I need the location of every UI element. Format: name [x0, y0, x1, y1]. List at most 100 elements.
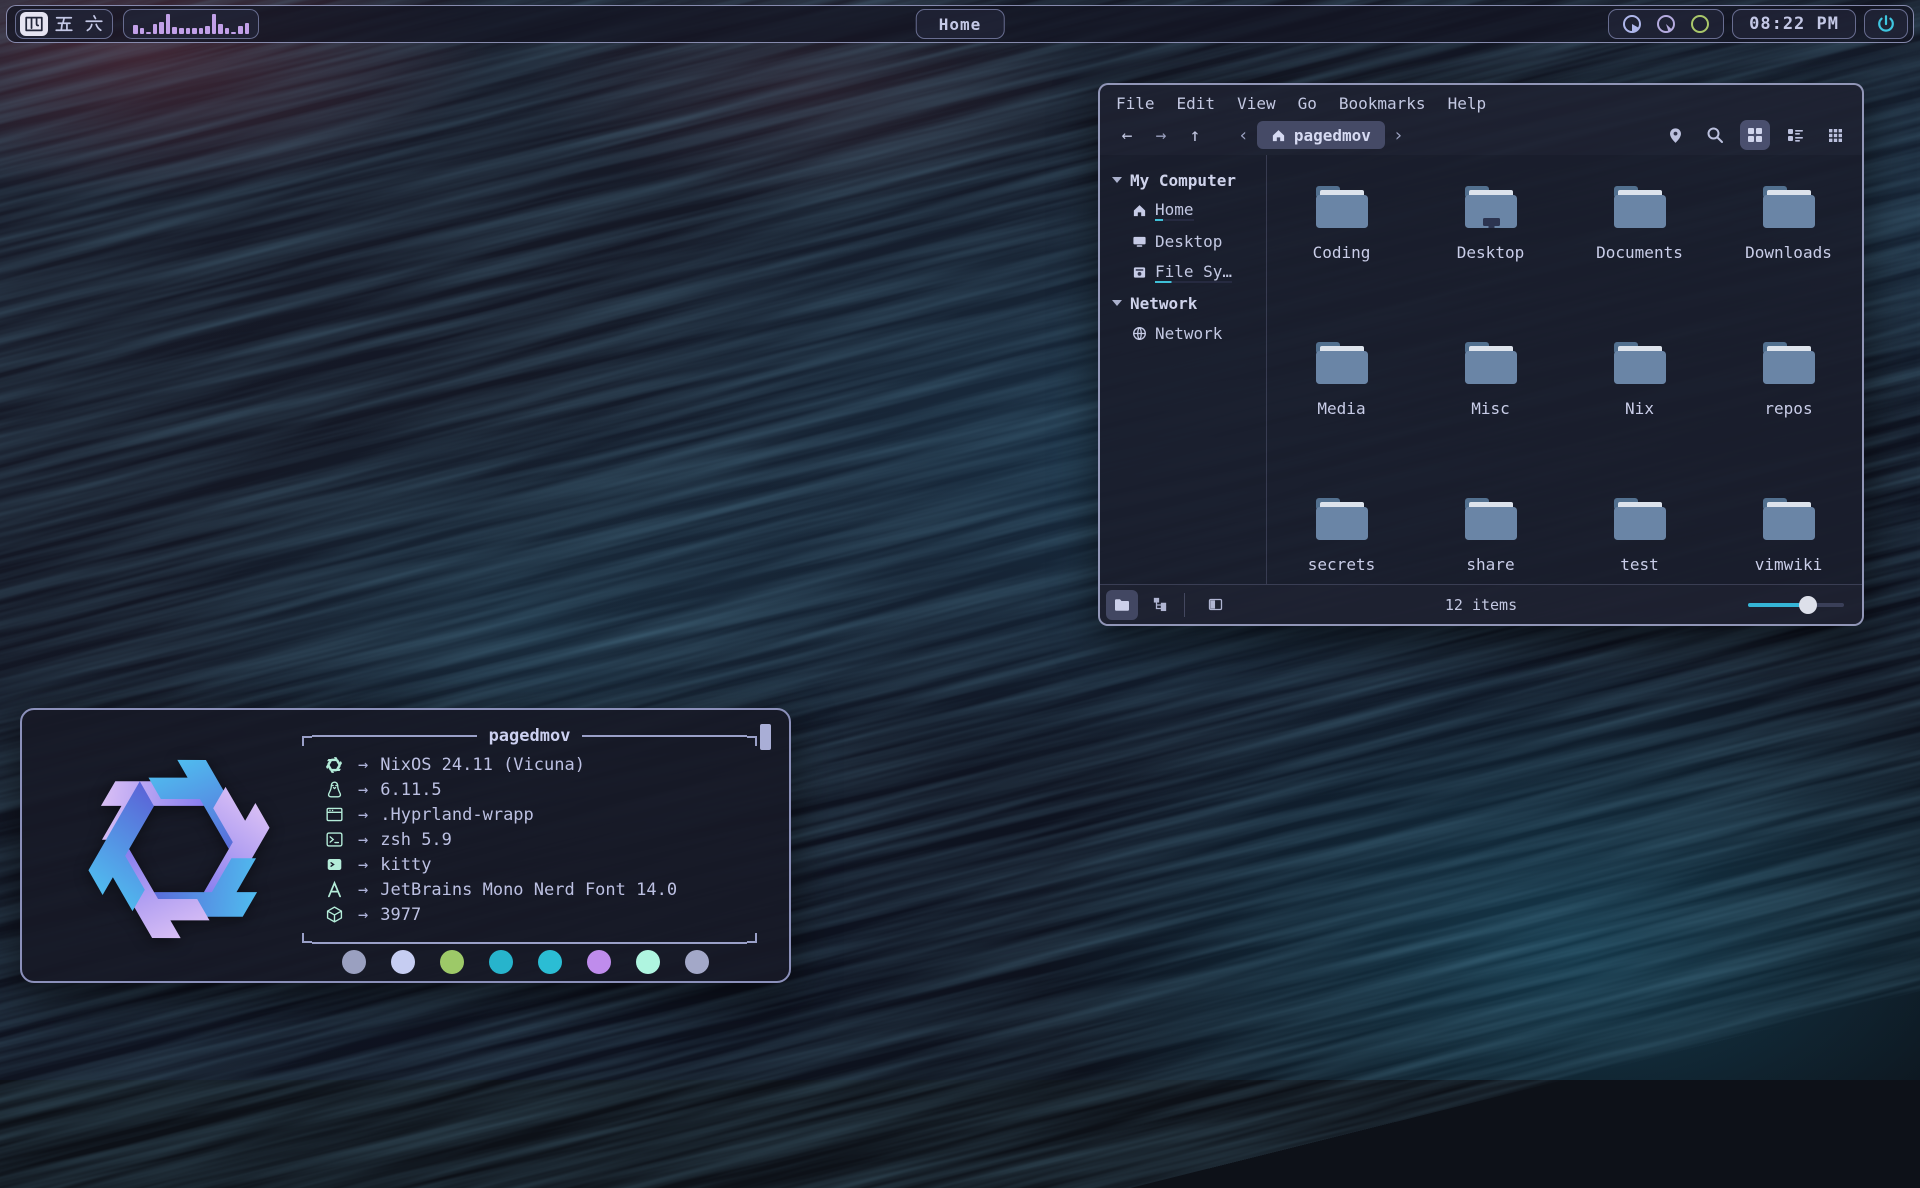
memory-usage-icon — [1655, 13, 1677, 35]
folder-item-documents[interactable]: Documents — [1565, 167, 1714, 323]
folder-item-coding[interactable]: Coding — [1267, 167, 1416, 323]
fetch-value: kitty — [380, 855, 431, 875]
file-manager-window: File Edit View Go Bookmarks Help ← → ↑ ‹… — [1098, 83, 1864, 626]
palette-color-dot — [538, 950, 562, 974]
small-grid-icon — [1828, 128, 1843, 143]
visualizer-bar — [153, 24, 158, 34]
fetch-row-font: → JetBrains Mono Nerd Font 14.0 — [322, 877, 757, 902]
workspace-4-button[interactable] — [20, 12, 48, 36]
nixos-logo — [66, 736, 292, 962]
visualizer-bar — [179, 28, 184, 34]
folder-name: Media — [1317, 399, 1365, 418]
workspace-6-button[interactable] — [80, 12, 108, 36]
palette-color-dot — [685, 950, 709, 974]
visualizer-bar — [159, 22, 164, 34]
folder-name: test — [1620, 555, 1659, 574]
cjk-five-glyph — [53, 13, 75, 35]
sidebar-section-my-computer[interactable]: My Computer — [1110, 165, 1266, 195]
sidebar-item-label: File Sy… — [1155, 262, 1232, 283]
palette-color-dot — [587, 950, 611, 974]
menu-file[interactable]: File — [1116, 94, 1155, 113]
folder-item-media[interactable]: Media — [1267, 323, 1416, 479]
folder-icon — [1608, 181, 1672, 233]
tux-icon — [322, 780, 346, 799]
bar-center: Home — [916, 9, 1005, 39]
palette-color-dot — [391, 950, 415, 974]
show-places-button[interactable] — [1106, 590, 1138, 620]
menu-go[interactable]: Go — [1298, 94, 1317, 113]
icon-view-button[interactable] — [1740, 120, 1770, 150]
toolbar-right — [1660, 120, 1850, 150]
visualizer-bar — [192, 28, 197, 34]
fetch-host-title: pagedmov — [477, 726, 583, 746]
folder-name: vimwiki — [1755, 555, 1822, 574]
power-icon — [1875, 13, 1897, 35]
active-window-module[interactable]: Home — [916, 9, 1005, 39]
sidebar-item-filesystem[interactable]: File Sy… — [1110, 257, 1266, 288]
menu-view[interactable]: View — [1237, 94, 1276, 113]
sidebar-item-label: Desktop — [1155, 232, 1222, 251]
visualizer-bar — [166, 14, 171, 34]
workspace-5-button[interactable] — [50, 12, 78, 36]
menu-bookmarks[interactable]: Bookmarks — [1339, 94, 1426, 113]
zoom-slider-handle[interactable] — [1799, 596, 1817, 614]
fetch-row-wm: → .Hyprland-wrapp — [322, 802, 757, 827]
location-button[interactable] — [1660, 120, 1690, 150]
show-tree-button[interactable] — [1144, 590, 1176, 620]
terminal-window[interactable]: pagedmov → NixOS 24.11 (Vicuna) — [20, 708, 791, 983]
search-icon — [1706, 126, 1724, 144]
power-button[interactable] — [1864, 9, 1908, 39]
zoom-slider[interactable] — [1748, 596, 1844, 614]
sidebar-section-network[interactable]: Network — [1110, 288, 1266, 318]
workspace-switcher — [15, 9, 113, 39]
folder-name: Downloads — [1745, 243, 1832, 262]
search-button[interactable] — [1700, 120, 1730, 150]
folder-icon — [1114, 598, 1130, 612]
status-bar: Home 08:22 PM — [6, 5, 1914, 43]
fetch-value: NixOS 24.11 (Vicuna) — [380, 755, 585, 775]
folder-item-misc[interactable]: Misc — [1416, 323, 1565, 479]
disk-usage-icon — [1621, 13, 1643, 35]
folder-item-downloads[interactable]: Downloads — [1714, 167, 1863, 323]
path-chip-home[interactable]: pagedmov — [1257, 121, 1385, 149]
sidebar-item-label: Home — [1155, 200, 1194, 221]
sidebar-item-network[interactable]: Network — [1110, 318, 1266, 349]
fetch-frame-top: pagedmov — [302, 726, 757, 746]
clock-module[interactable]: 08:22 PM — [1732, 9, 1856, 39]
thumbnail-view-button[interactable] — [1820, 120, 1850, 150]
forward-button[interactable]: → — [1146, 121, 1176, 149]
up-button[interactable]: ↑ — [1180, 121, 1210, 149]
collapse-triangle-icon — [1112, 300, 1122, 306]
sidebar-item-home[interactable]: Home — [1110, 195, 1266, 226]
folder-view[interactable]: CodingDesktopDocuments Downloads Media Misc… — [1267, 155, 1862, 584]
drive-icon — [1132, 265, 1147, 280]
folder-icon — [1757, 337, 1821, 389]
compact-view-button[interactable] — [1780, 120, 1810, 150]
folder-name: Misc — [1471, 399, 1510, 418]
menu-edit[interactable]: Edit — [1177, 94, 1216, 113]
sidebar-item-desktop[interactable]: Desktop — [1110, 226, 1266, 257]
crumb-next-button[interactable]: › — [1387, 125, 1410, 146]
toggle-panel-button[interactable] — [1199, 590, 1231, 620]
arrow-icon: → — [358, 805, 368, 825]
frame-line — [312, 942, 747, 944]
palette-color-dot — [636, 950, 660, 974]
section-label: Network — [1130, 294, 1197, 313]
arrow-icon: → — [358, 855, 368, 875]
arrow-icon: → — [358, 755, 368, 775]
active-window-label: Home — [939, 15, 982, 34]
terminal-color-palette — [342, 950, 709, 974]
fetch-value: zsh 5.9 — [380, 830, 452, 850]
visualizer-bar — [225, 28, 230, 34]
visualizer-bar — [199, 28, 204, 34]
folder-item-nix[interactable]: Nix — [1565, 323, 1714, 479]
statusbar: 12 items — [1100, 584, 1862, 624]
menu-help[interactable]: Help — [1448, 94, 1487, 113]
visualizer-bar — [205, 26, 210, 34]
bar-left-modules — [15, 9, 259, 39]
back-button[interactable]: ← — [1112, 121, 1142, 149]
crumb-prev-button[interactable]: ‹ — [1232, 125, 1255, 146]
folder-item-repos[interactable]: repos — [1714, 323, 1863, 479]
folder-item-desktop[interactable]: Desktop — [1416, 167, 1565, 323]
cjk-six-glyph — [83, 13, 105, 35]
